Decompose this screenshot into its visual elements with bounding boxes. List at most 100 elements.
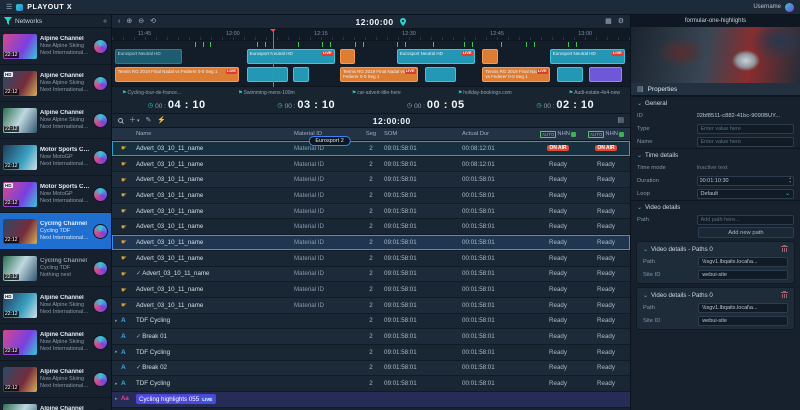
- name-input[interactable]: [696, 136, 794, 147]
- channel-name: Alpine Channel: [40, 72, 84, 79]
- add-new-path-button[interactable]: Add new path: [697, 227, 794, 238]
- back-icon[interactable]: ‹: [118, 18, 120, 25]
- rundown-row[interactable]: ☛ Advert_03_10_11_name Material ID 2 09:01:5…: [112, 203, 630, 220]
- collapse-sidebar-icon[interactable]: «: [103, 18, 107, 25]
- menu-icon[interactable]: ☰: [6, 3, 12, 11]
- timeline-clip[interactable]: [246, 67, 289, 82]
- actual-dur-cell: 00:01:58:01: [462, 317, 495, 325]
- name-cell: Cycling highlights 055 LIVE: [136, 394, 294, 405]
- timeline-clip[interactable]: [339, 49, 356, 64]
- search-icon[interactable]: [118, 118, 123, 123]
- rundown-row[interactable]: ☛ Advert_03_10_11_name Material ID 2 09:01:5…: [112, 219, 630, 236]
- path-value-input[interactable]: [698, 302, 788, 313]
- timeline-clip[interactable]: Tennis RG 2019 Final Nadal vs Federer 0-…: [339, 67, 418, 82]
- channel-item[interactable]: 22:12 Motor Sports ChannelNow MotoGPNext …: [0, 139, 111, 176]
- toggle-icon[interactable]: [570, 131, 576, 137]
- username[interactable]: Username: [753, 4, 781, 10]
- channel-item[interactable]: 22:12Alpine ChannelNow Alpine SkiingNext…: [0, 102, 111, 139]
- rundown-row[interactable]: A ✓Break 01 2 09:01:58:01 00:01:58:01 Ready Re…: [112, 329, 630, 345]
- timeline-track-2: Tennis RG 2019 Final Nadal vs Federer 0-…: [112, 67, 630, 82]
- location-pin-icon[interactable]: [399, 17, 406, 26]
- rundown-row[interactable]: A ✓Break 02 2 09:01:58:01 00:01:58:01 Ready Re…: [112, 360, 630, 377]
- timeline-clip[interactable]: [425, 67, 457, 82]
- status-cell-2: Ready: [582, 349, 630, 356]
- timeline-clip[interactable]: Tennis RG 2019 Final Nadal vs Federer 0-…: [482, 67, 550, 82]
- channel-item[interactable]: 22:12 Cycling Channel Cycling TDF Nothing n…: [0, 250, 111, 287]
- rundown-row[interactable]: ☛ ✓Advert_03_10_11_name Material ID 2 09:01:…: [112, 266, 630, 283]
- expander-icon[interactable]: ▸: [115, 381, 120, 387]
- undo-icon[interactable]: ⟲: [150, 18, 156, 25]
- rundown-row[interactable]: ☛ Advert_03_10_11_name Material ID 2 09:01:5…: [112, 172, 630, 189]
- channel-item[interactable]: 22:12Alpine ChannelNow Alpine SkiingNext…: [0, 361, 111, 398]
- section-time-details[interactable]: ⌄ Time details: [631, 148, 800, 161]
- hand-icon: ☛: [121, 286, 127, 294]
- channel-item[interactable]: HD 22:12 Alpine Channel Now Alpine Skiing Ne…: [0, 65, 111, 102]
- rundown-row[interactable]: ☛ Advert_03_10_11_name Material ID 2 09:01:5…: [112, 297, 630, 314]
- rundown-row[interactable]: ☛ Advert_03_10_11_name Material ID 2 09:01:5…: [112, 250, 630, 267]
- channel-item[interactable]: 22:12Alpine ChannelNow Alpine SkiingNext…: [0, 28, 111, 65]
- clip-label: Eurosport Neutral HD: [399, 51, 443, 56]
- rundown-row[interactable]: ☛ Advert_03_10_11_name Material ID 2 09:01:5…: [112, 282, 630, 298]
- channel-next: Next International Swimming: [40, 345, 90, 352]
- add-item-button[interactable]: ＋ ▾: [129, 117, 140, 124]
- filter-icon[interactable]: [4, 17, 12, 25]
- type-input[interactable]: [696, 123, 794, 134]
- stepper-arrows[interactable]: ▴ ▾: [789, 177, 791, 184]
- channel-item[interactable]: 22:12Alpine ChannelNow Alpine SkiingNext…: [0, 398, 111, 410]
- rundown-row[interactable]: ▸ A TDF Cycling 2 09:01:58:01 00:01:58:01 Read…: [112, 313, 630, 330]
- expander-icon[interactable]: ▸: [115, 318, 120, 324]
- loop-select[interactable]: Default ⌄: [696, 188, 794, 199]
- expander-icon[interactable]: ▸: [115, 396, 120, 402]
- toggle-icon[interactable]: [618, 131, 624, 137]
- timeline-clip[interactable]: Eurosport Neutral HD LIVE: [246, 49, 335, 64]
- site-id-input[interactable]: [698, 269, 788, 280]
- rundown-row[interactable]: ☛ Advert_03_10_11_name Material ID 2 09:01:5…: [112, 188, 630, 204]
- gear-icon[interactable]: ⚙: [618, 18, 624, 25]
- timeline-clip[interactable]: Tennis RG 2019 Final Nadal vs Federer 0-…: [114, 67, 239, 82]
- zoom-in-icon[interactable]: ⊕: [126, 18, 132, 25]
- trash-icon[interactable]: [781, 291, 788, 299]
- timeline-clip[interactable]: [482, 49, 498, 64]
- channel-item[interactable]: 22:12Alpine ChannelNow Alpine SkiingNext…: [0, 324, 111, 361]
- timeline-ruler[interactable]: 11:45 12:00 12:15 12:30 12:45 13:00: [112, 29, 630, 41]
- stepper-down-icon[interactable]: ▾: [789, 180, 791, 184]
- list-icon[interactable]: ▤: [617, 117, 624, 124]
- timeline-clip[interactable]: Eurosport Neutral HD LIVE: [396, 49, 475, 64]
- auto-badge: AUTO: [588, 130, 605, 138]
- section-video-details[interactable]: ⌄ Video details: [631, 200, 800, 213]
- timeline-clip[interactable]: [557, 67, 584, 82]
- duration-stepper[interactable]: ▴ ▾: [696, 175, 794, 186]
- status-text: Ready: [597, 207, 615, 215]
- trash-icon[interactable]: [781, 245, 788, 253]
- expander-icon[interactable]: ▸: [115, 349, 120, 355]
- duration-input[interactable]: [699, 177, 790, 184]
- section-general[interactable]: ⌄ General: [631, 96, 800, 109]
- status-text: Ready: [549, 364, 567, 372]
- path-input[interactable]: [696, 214, 794, 225]
- timeline-clip[interactable]: Eurosport Neutral HD: [114, 49, 182, 64]
- rundown-row[interactable]: ☛ Advert_03_10_11_name Material ID 2 09:01:5…: [112, 156, 630, 173]
- channel-item[interactable]: 22:12 Cycling Channel Cycling TDF Next Inte…: [0, 213, 111, 250]
- zoom-out-icon[interactable]: ⊖: [138, 18, 144, 25]
- rundown-row[interactable]: ▸ Aa Cycling highlights 055 LIVE: [112, 392, 630, 408]
- group-badge[interactable]: Eurosport 2: [308, 136, 351, 146]
- avatar[interactable]: [785, 2, 794, 12]
- timeline-clip[interactable]: [588, 67, 623, 82]
- timeline-clip[interactable]: Eurosport Neutral HD LIVE: [549, 49, 625, 64]
- grid-icon[interactable]: ▦: [605, 18, 612, 25]
- path-card-header[interactable]: ⌄ Video details - Paths 0: [637, 289, 794, 301]
- channel-item[interactable]: HD 22:12 Alpine Channel Now Alpine Skiing Ne…: [0, 287, 111, 324]
- path-card-header[interactable]: ⌄ Video details - Paths 0: [637, 243, 794, 255]
- site-id-input[interactable]: [698, 315, 788, 326]
- rundown-row[interactable]: ▸ A TDF Cycling 2 09:01:58:01 00:01:58:01 Read…: [112, 344, 630, 361]
- channel-item[interactable]: HD 22:12 Motor Sports ChannelNow MotoGPNex…: [0, 176, 111, 213]
- playhead[interactable]: [269, 29, 276, 87]
- path-value-input[interactable]: [698, 256, 788, 267]
- live-badge: LIVE: [461, 50, 473, 56]
- lightning-icon[interactable]: ⚡: [157, 117, 166, 124]
- rundown-row[interactable]: ☛ Advert_03_10_11_name Material ID 2 09:01:5…: [112, 141, 630, 157]
- rundown-row[interactable]: ▸ A TDF Cycling 2 09:01:58:01 00:01:58:01 Read…: [112, 376, 630, 392]
- timeline-clip[interactable]: [293, 67, 309, 82]
- edit-icon[interactable]: ✎: [146, 117, 152, 124]
- rundown-row[interactable]: ☛ Advert_03_10_11_name Material ID 2 09:01:5…: [112, 235, 630, 251]
